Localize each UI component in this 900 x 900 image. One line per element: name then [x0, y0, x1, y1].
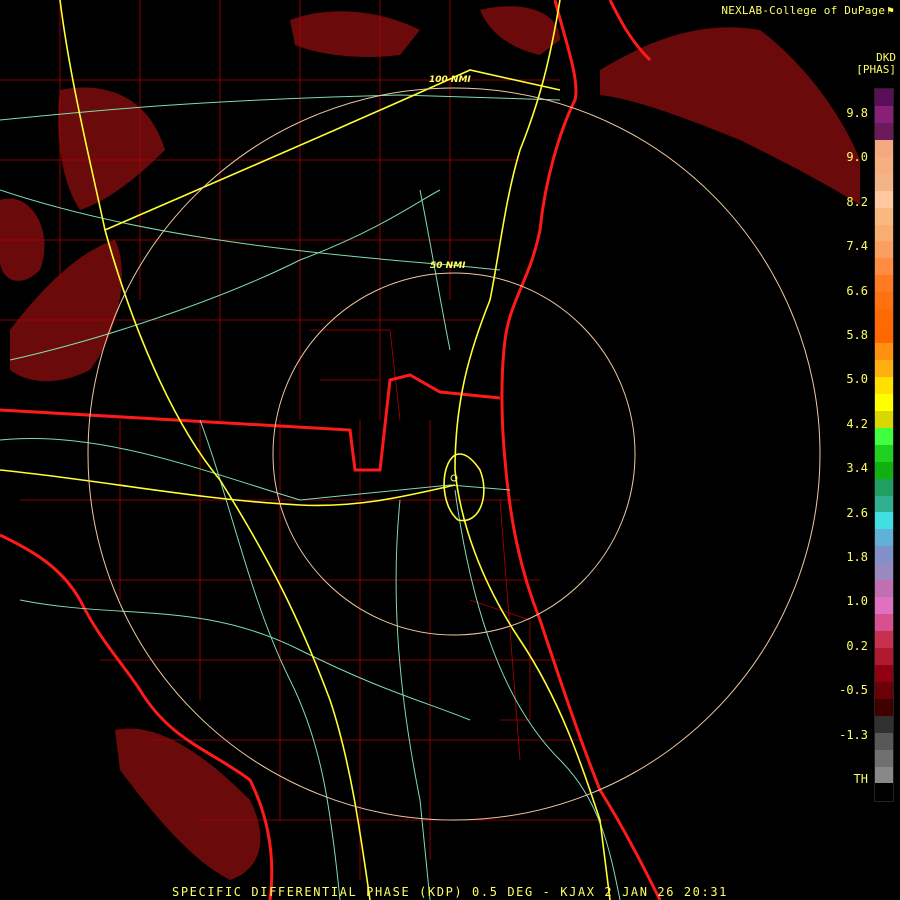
- legend-swatch: [875, 427, 893, 445]
- legend-tick-label: 4.2: [846, 416, 868, 431]
- i-16: [104, 69, 561, 231]
- legend-swatch: [875, 478, 893, 496]
- range-rings: [87, 87, 821, 821]
- legend-tick-label: 2.6: [846, 505, 868, 520]
- legend-swatch: [875, 681, 893, 699]
- legend-swatch: [875, 580, 893, 598]
- legend-swatch: [875, 444, 893, 462]
- legend-swatch: [875, 614, 893, 631]
- legend-tick-label: 9.0: [846, 150, 868, 165]
- product-caption: SPECIFIC DIFFERENTIAL PHASE (KDP) 0.5 DE…: [172, 885, 728, 899]
- legend-swatch: [875, 275, 893, 293]
- legend-swatch: [875, 326, 893, 344]
- legend-swatch: [875, 105, 893, 123]
- legend-swatch: [875, 139, 893, 157]
- range-ring-100-label: 100 NMI: [429, 75, 471, 85]
- legend-tick-label: 8.2: [846, 194, 868, 209]
- legend-swatch: [875, 224, 893, 242]
- legend-swatch: [875, 664, 893, 682]
- legend-swatch: [875, 546, 893, 564]
- legend-tick-label: 9.8: [846, 106, 868, 120]
- range-ring-50: [272, 272, 636, 636]
- legend-swatch: [875, 715, 893, 733]
- range-ring-100: [87, 87, 821, 821]
- legend-swatch: [875, 122, 893, 140]
- legend-tick-label: TH: [853, 772, 868, 786]
- legend-tick-label: 7.4: [846, 239, 868, 254]
- legend-tick-label: 1.0: [846, 594, 868, 609]
- legend-swatch: [875, 343, 893, 360]
- product-label: DKD [PHAS]: [856, 52, 896, 76]
- legend-swatch: [875, 241, 893, 259]
- highways: [0, 94, 621, 900]
- echo-patch-southwest: [115, 728, 261, 880]
- legend-swatch: [875, 360, 893, 377]
- legend-tick-label: -0.5: [839, 683, 868, 698]
- credit-label: NEXLAB-College of DuPage ⚑: [721, 4, 894, 17]
- legend-swatch: [875, 156, 893, 174]
- logo-flag-icon: ⚑: [887, 4, 894, 17]
- legend-tick-label: 3.4: [846, 461, 868, 476]
- legend-swatch: [875, 173, 893, 191]
- legend-swatch: [875, 647, 893, 665]
- legend-swatch: [875, 309, 893, 327]
- legend-swatch: [875, 89, 893, 106]
- credit-text: NEXLAB-College of DuPage: [721, 4, 886, 17]
- i-95: [454, 0, 611, 900]
- echo-patch-north-2: [480, 6, 560, 55]
- radar-map: 100 NMI 50 NMI: [0, 0, 860, 900]
- legend-tick-label: 1.8: [846, 550, 868, 564]
- echo-patch-northeast: [600, 27, 860, 206]
- legend-swatch: [875, 410, 893, 428]
- legend-swatch: [875, 749, 893, 767]
- legend-swatch: [875, 495, 893, 513]
- legend-swatch: [875, 631, 893, 648]
- legend-swatch: [875, 766, 893, 784]
- range-ring-50-label: 50 NMI: [430, 261, 466, 271]
- legend-swatch: [875, 207, 893, 225]
- color-legend: [874, 88, 894, 802]
- legend-tick-label: 6.6: [846, 283, 868, 298]
- legend-swatch: [875, 461, 893, 479]
- legend-swatch: [875, 783, 893, 801]
- legend-swatch: [875, 732, 893, 750]
- legend-swatch: [875, 258, 893, 276]
- legend-swatch: [875, 597, 893, 615]
- legend-swatch: [875, 698, 893, 716]
- echo-patch-northwest: [58, 87, 165, 210]
- legend-swatch: [875, 292, 893, 310]
- legend-tick-label: 5.0: [846, 372, 868, 387]
- legend-swatch: [875, 190, 893, 208]
- legend-swatch: [875, 376, 893, 394]
- legend-swatch: [875, 512, 893, 530]
- legend-swatch: [875, 563, 893, 581]
- product-unit: [PHAS]: [856, 63, 896, 76]
- legend-tick-label: -1.3: [839, 727, 868, 742]
- legend-tick-label: 5.8: [846, 328, 868, 342]
- echo-patch-north: [290, 11, 420, 57]
- legend-swatch: [875, 393, 893, 411]
- legend-tick-label: 0.2: [846, 638, 868, 653]
- legend-swatch: [875, 529, 893, 547]
- ga-fl-border: [0, 373, 501, 472]
